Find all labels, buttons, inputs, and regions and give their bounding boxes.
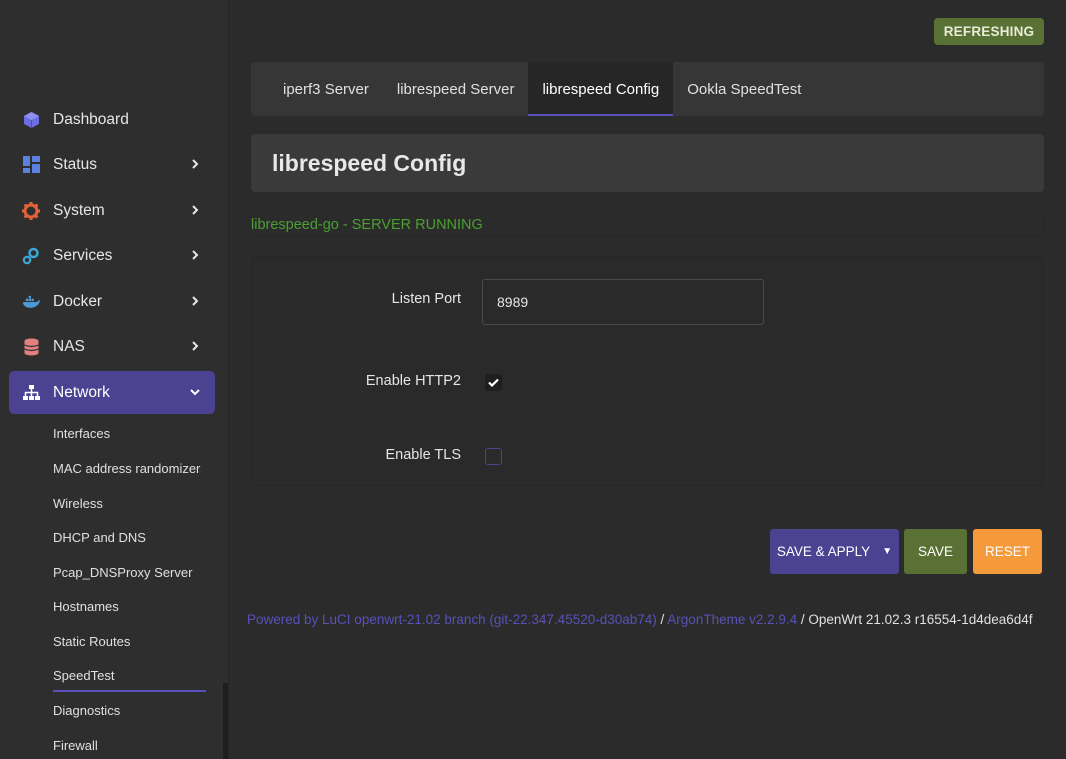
listen-port-input[interactable]: 8989 — [482, 279, 764, 325]
sidebar-subitem-speedtest[interactable]: SpeedTest — [53, 668, 114, 683]
footer: Powered by LuCI openwrt-21.02 branch (gi… — [247, 612, 1033, 627]
sidebar-item-label: Dashboard — [53, 110, 129, 128]
sidebar: Dashboard Status System Services Docker — [0, 0, 229, 759]
sidebar-item-label: System — [53, 201, 105, 219]
sidebar-subitem-diagnostics[interactable]: Diagnostics — [53, 703, 120, 718]
grid-icon — [22, 156, 40, 174]
chevron-right-icon — [192, 250, 199, 260]
page-title: librespeed Config — [272, 149, 467, 176]
tab-iperf3-server[interactable]: iperf3 Server — [269, 62, 383, 116]
enable-http2-checkbox[interactable] — [485, 374, 502, 391]
database-icon — [22, 338, 40, 356]
footer-separator: / — [797, 612, 809, 627]
sidebar-scrollbar[interactable] — [223, 683, 228, 759]
save-button[interactable]: SAVE — [904, 529, 967, 574]
sidebar-subitem-static-routes[interactable]: Static Routes — [53, 634, 130, 649]
sidebar-subitem-dhcp-dns[interactable]: DHCP and DNS — [53, 530, 146, 545]
luci-link[interactable]: Powered by LuCI openwrt-21.02 branch (gi… — [247, 612, 657, 627]
tab-librespeed-server[interactable]: librespeed Server — [383, 62, 529, 116]
sidebar-item-label: Docker — [53, 292, 103, 310]
chevron-right-icon — [192, 341, 199, 351]
enable-tls-label: Enable TLS — [385, 447, 461, 463]
save-apply-button[interactable]: SAVE & APPLY ▼ — [770, 529, 899, 574]
sidebar-item-dashboard[interactable]: Dashboard — [9, 98, 215, 141]
tab-ookla-speedtest[interactable]: Ookla SpeedTest — [673, 62, 815, 116]
sidebar-item-label: NAS — [53, 337, 85, 355]
sidebar-subitem-firewall[interactable]: Firewall — [53, 738, 98, 753]
config-form: Listen Port 8989 Enable HTTP2 Enable TLS — [251, 256, 1044, 486]
gears-icon — [22, 247, 40, 265]
sidebar-subitem-mac-randomizer[interactable]: MAC address randomizer — [53, 461, 200, 476]
footer-separator: / — [656, 612, 668, 627]
tab-bar: iperf3 Server librespeed Server librespe… — [251, 62, 1044, 116]
openwrt-version: OpenWrt 21.02.3 r16554-1d4dea6d4f — [808, 612, 1033, 627]
gear-icon — [22, 201, 40, 220]
active-subitem-indicator — [53, 690, 206, 692]
sidebar-item-network[interactable]: Network — [9, 371, 215, 414]
sidebar-item-label: Services — [53, 246, 113, 264]
sidebar-item-label: Status — [53, 155, 97, 173]
cube-icon — [22, 111, 40, 129]
network-icon — [22, 384, 40, 402]
sidebar-item-docker[interactable]: Docker — [9, 280, 215, 323]
sidebar-subitem-interfaces[interactable]: Interfaces — [53, 426, 110, 441]
argon-theme-link[interactable]: ArgonTheme v2.2.9.4 — [667, 612, 797, 627]
server-status: librespeed-go - SERVER RUNNING — [251, 214, 1044, 236]
sidebar-subitem-wireless[interactable]: Wireless — [53, 496, 103, 511]
caret-down-icon: ▼ — [882, 546, 893, 557]
save-apply-label: SAVE & APPLY — [776, 544, 871, 559]
sidebar-item-system[interactable]: System — [9, 189, 215, 232]
sidebar-item-nas[interactable]: NAS — [9, 325, 215, 368]
sidebar-item-label: Network — [53, 383, 110, 401]
tab-librespeed-config[interactable]: librespeed Config — [528, 62, 674, 116]
chevron-right-icon — [192, 205, 199, 215]
refreshing-badge[interactable]: REFRESHING — [934, 18, 1044, 45]
sidebar-item-services[interactable]: Services — [9, 234, 215, 277]
chevron-down-icon — [190, 389, 200, 396]
enable-tls-checkbox[interactable] — [485, 448, 502, 465]
sidebar-subitem-pcap-dnsproxy[interactable]: Pcap_DNSProxy Server — [53, 565, 192, 580]
sidebar-item-status[interactable]: Status — [9, 143, 215, 186]
chevron-right-icon — [192, 296, 199, 306]
chevron-right-icon — [192, 159, 199, 169]
docker-icon — [22, 293, 40, 311]
checkmark-icon — [488, 378, 499, 387]
reset-button[interactable]: RESET — [973, 529, 1042, 574]
listen-port-label: Listen Port — [391, 291, 461, 307]
page-title-box: librespeed Config — [251, 134, 1044, 192]
sidebar-subitem-hostnames[interactable]: Hostnames — [53, 599, 119, 614]
enable-http2-label: Enable HTTP2 — [365, 373, 461, 389]
